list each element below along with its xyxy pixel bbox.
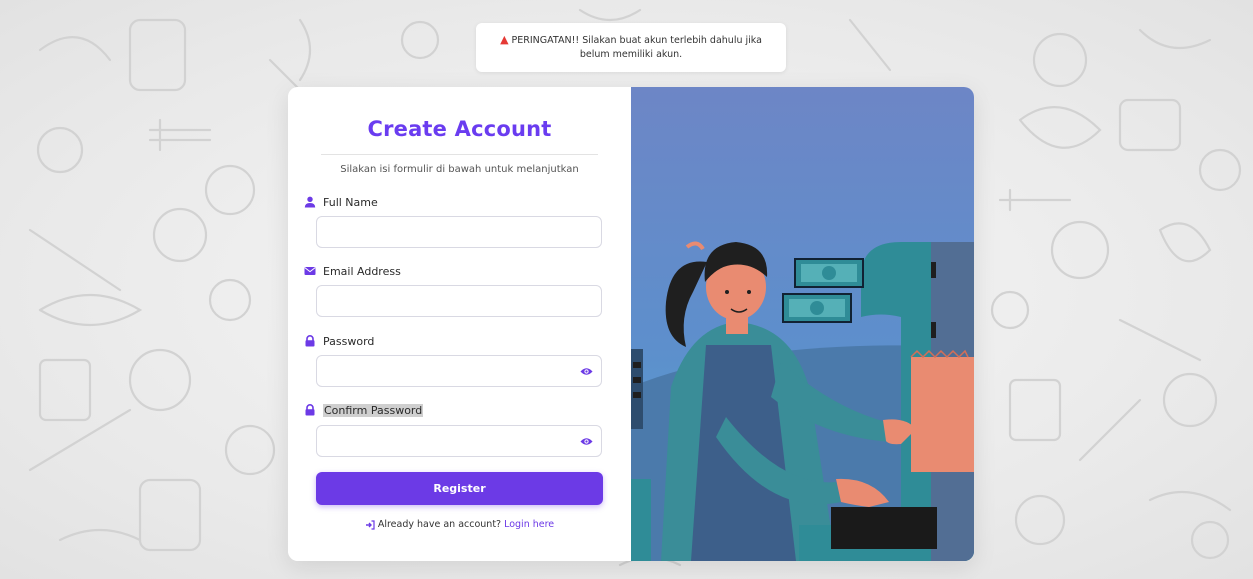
envelope-icon bbox=[304, 267, 316, 275]
warning-triangle-icon: ▲ bbox=[500, 33, 509, 46]
full-name-label-text: Full Name bbox=[323, 195, 378, 209]
register-button[interactable]: Register bbox=[316, 472, 603, 505]
eye-icon[interactable] bbox=[580, 436, 593, 447]
register-card: Create Account Silakan isi formulir di b… bbox=[288, 87, 974, 561]
warning-alert-content: ▲ PERINGATAN!! Silakan buat akun terlebih… bbox=[500, 33, 762, 62]
lock-icon bbox=[305, 335, 315, 347]
sign-in-icon bbox=[365, 519, 375, 530]
warning-message: Silakan buat akun terlebih dahulu jika b… bbox=[579, 35, 762, 60]
login-link[interactable]: Login here bbox=[504, 519, 554, 530]
title-divider bbox=[321, 154, 598, 155]
full-name-input[interactable] bbox=[316, 216, 602, 248]
login-prompt: Already have an account? Login here bbox=[288, 519, 631, 530]
eye-icon[interactable] bbox=[580, 366, 593, 377]
register-form: Create Account Silakan isi formulir di b… bbox=[288, 87, 631, 561]
password-label-text: Password bbox=[323, 334, 375, 348]
email-label-text: Email Address bbox=[323, 264, 401, 278]
page-subtitle: Silakan isi formulir di bawah untuk mela… bbox=[340, 164, 579, 175]
confirm-password-label-text: Confirm Password bbox=[323, 403, 424, 417]
user-icon bbox=[304, 196, 316, 208]
lock-icon bbox=[305, 404, 315, 416]
warning-alert: ▲ PERINGATAN!! Silakan buat akun terlebih… bbox=[476, 23, 786, 72]
password-input[interactable] bbox=[316, 355, 602, 387]
cashier-illustration bbox=[631, 87, 974, 561]
email-input[interactable] bbox=[316, 285, 602, 317]
full-name-label: Full Name bbox=[304, 195, 378, 209]
page-title: Create Account bbox=[367, 117, 552, 141]
confirm-password-input[interactable] bbox=[316, 425, 602, 457]
login-prompt-text: Already have an account? bbox=[377, 519, 502, 530]
email-label: Email Address bbox=[304, 264, 401, 278]
warning-prefix: PERINGATAN!! bbox=[511, 35, 580, 46]
confirm-password-label: Confirm Password bbox=[304, 403, 424, 417]
password-label: Password bbox=[304, 334, 374, 348]
